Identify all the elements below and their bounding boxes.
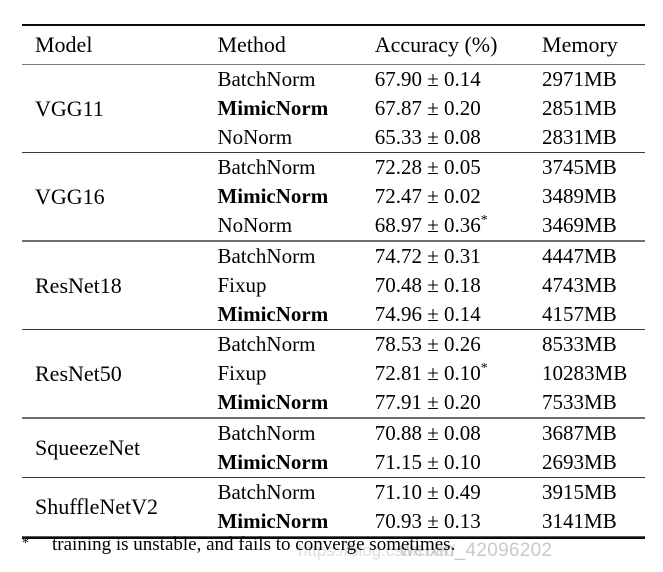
footnote-marker-icon: *: [480, 360, 488, 375]
accuracy-value: 71.15 ± 0.10: [374, 450, 481, 474]
accuracy-value: 72.47 ± 0.02: [374, 184, 481, 208]
memory-cell: 3141MB: [542, 509, 617, 533]
method-cell: Fixup: [217, 273, 267, 297]
results-table-container: Model Method Accuracy (%) Memory VGG11 BatchN…: [22, 24, 645, 539]
footnote-marker-icon: *: [480, 212, 488, 227]
accuracy-cell: 72.28 ± 0.05: [375, 153, 542, 182]
column-header-accuracy: Accuracy (%): [374, 32, 498, 57]
accuracy-cell: 67.87 ± 0.20: [375, 94, 542, 123]
memory-cell: 2971MB: [542, 67, 617, 91]
accuracy-cell: 70.88 ± 0.08: [375, 419, 542, 449]
method-cell: BatchNorm: [217, 332, 316, 356]
table-row: VGG11 BatchNorm 67.90 ± 0.14 2971MB: [22, 65, 645, 119]
footnote-text: training is unstable, and fails to conve…: [52, 534, 456, 555]
table-row: VGG16 BatchNorm 72.28 ± 0.05 3745MB: [22, 153, 645, 207]
model-name-cell: VGG11: [35, 95, 104, 121]
accuracy-value: 74.96 ± 0.14: [374, 302, 481, 326]
accuracy-cell: 74.96 ± 0.14: [375, 300, 542, 330]
table-row: ResNet18 BatchNorm 74.72 ± 0.31 4447MB: [22, 242, 645, 297]
method-cell: MimicNorm: [217, 96, 329, 120]
method-cell: BatchNorm: [217, 421, 316, 445]
model-name-cell: ResNet18: [35, 272, 122, 298]
accuracy-value: 68.97 ± 0.36: [374, 213, 481, 237]
accuracy-cell: 70.48 ± 0.18: [375, 271, 542, 300]
accuracy-value: 67.90 ± 0.14: [374, 67, 481, 91]
memory-cell: 3469MB: [542, 213, 617, 237]
accuracy-value: 71.10 ± 0.49: [374, 480, 481, 504]
column-header-method: Method: [217, 32, 286, 57]
memory-cell: 3687MB: [542, 421, 617, 445]
memory-cell: 7533MB: [542, 390, 617, 414]
accuracy-value: 70.93 ± 0.13: [374, 509, 481, 533]
accuracy-value: 67.87 ± 0.20: [374, 96, 481, 120]
table-row: ResNet50 BatchNorm 78.53 ± 0.26 8533MB: [22, 330, 645, 384]
table-row: ShuffleNetV2 BatchNorm 71.10 ± 0.49 3915MB: [22, 478, 645, 518]
memory-cell: 10283MB: [542, 361, 628, 385]
results-table: Model Method Accuracy (%) Memory VGG11 BatchN…: [22, 24, 645, 539]
accuracy-cell: 71.10 ± 0.49: [375, 478, 542, 507]
accuracy-value: 72.28 ± 0.05: [374, 155, 481, 179]
method-cell: MimicNorm: [217, 390, 329, 414]
accuracy-cell: 71.15 ± 0.10: [375, 448, 542, 478]
accuracy-value: 74.72 ± 0.31: [374, 244, 481, 268]
model-name-cell: ShuffleNetV2: [35, 494, 159, 519]
table-footnote: * training is unstable, and fails to conv…: [22, 534, 645, 556]
method-cell: MimicNorm: [217, 302, 329, 326]
accuracy-cell: 70.93 ± 0.13: [375, 507, 542, 537]
column-header-model: Model: [35, 32, 93, 57]
table-header-row: Model Method Accuracy (%) Memory: [22, 26, 645, 65]
memory-cell: 4447MB: [542, 244, 617, 268]
memory-cell: 4743MB: [542, 273, 617, 297]
accuracy-cell: 77.91 ± 0.20: [375, 388, 542, 418]
method-cell: MimicNorm: [217, 509, 329, 533]
method-cell: NoNorm: [217, 213, 293, 237]
method-cell: BatchNorm: [217, 155, 316, 179]
accuracy-value: 65.33 ± 0.08: [374, 125, 481, 149]
model-name-cell: ResNet50: [35, 360, 122, 386]
memory-cell: 8533MB: [542, 332, 617, 356]
accuracy-value: 70.48 ± 0.18: [374, 273, 481, 297]
accuracy-value: 77.91 ± 0.20: [374, 390, 481, 414]
accuracy-value: 78.53 ± 0.26: [374, 332, 481, 356]
memory-cell: 4157MB: [542, 302, 617, 326]
memory-cell: 3745MB: [542, 155, 617, 179]
accuracy-cell: 72.81 ± 0.10*: [375, 359, 542, 388]
accuracy-value: 70.88 ± 0.08: [374, 421, 481, 445]
method-cell: MimicNorm: [217, 450, 329, 474]
memory-cell: 3489MB: [542, 184, 617, 208]
method-cell: BatchNorm: [217, 244, 316, 268]
accuracy-cell: 68.97 ± 0.36*: [375, 211, 542, 241]
memory-cell: 2693MB: [542, 450, 617, 474]
accuracy-value: 72.81 ± 0.10: [374, 361, 481, 385]
method-cell: BatchNorm: [217, 67, 316, 91]
footnote-asterisk-marker: *: [22, 536, 29, 551]
memory-cell: 3915MB: [542, 480, 617, 504]
memory-cell: 2831MB: [542, 125, 617, 149]
table-row: SqueezeNet BatchNorm 70.88 ± 0.08 3687MB: [22, 419, 645, 459]
accuracy-cell: 78.53 ± 0.26: [375, 330, 542, 359]
accuracy-cell: 65.33 ± 0.08: [375, 123, 542, 153]
model-name-cell: SqueezeNet: [35, 435, 141, 460]
column-header-memory: Memory: [542, 32, 618, 57]
method-cell: NoNorm: [217, 125, 293, 149]
memory-cell: 2851MB: [542, 96, 617, 120]
model-name-cell: VGG16: [35, 183, 105, 209]
method-cell: BatchNorm: [217, 480, 316, 504]
method-cell: Fixup: [217, 361, 267, 385]
accuracy-cell: 67.90 ± 0.14: [375, 65, 542, 94]
accuracy-cell: 72.47 ± 0.02: [375, 182, 542, 211]
method-cell: MimicNorm: [217, 184, 329, 208]
accuracy-cell: 74.72 ± 0.31: [375, 242, 542, 272]
